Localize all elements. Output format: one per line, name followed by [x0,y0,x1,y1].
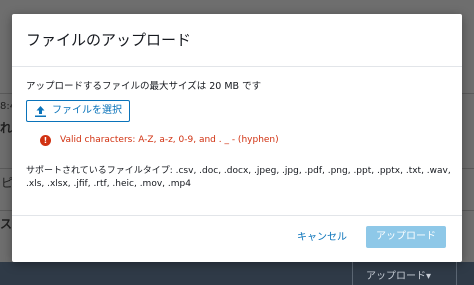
upload-file-dialog: ファイルのアップロード アップロードするファイルの最大サイズは 20 MB です… [12,14,462,262]
background-upload-button: アップロード▾ [366,271,432,282]
footer-divider [12,215,462,216]
select-file-label: ファイルを選択 [52,105,122,116]
supported-file-types: サポートされているファイルタイプ: .csv, .doc, .docx, .jp… [26,166,451,189]
error-message: Valid characters: A-Z, a-z, 0-9, and . _… [60,135,279,145]
filename-error: ! Valid characters: A-Z, a-z, 0-9, and .… [40,135,279,146]
background-toolbar: アップロード▾ [0,262,474,285]
max-size-notice: アップロードするファイルの最大サイズは 20 MB です [26,81,262,92]
select-file-button[interactable]: ファイルを選択 [26,100,130,122]
upload-icon [35,106,46,117]
error-icon: ! [40,135,51,146]
header-divider [12,66,462,67]
background-text: れ [0,121,13,135]
background-toolbar-divider [456,262,457,285]
cancel-button[interactable]: キャンセル [296,228,348,248]
background-text: ス [0,217,13,231]
upload-button[interactable]: アップロード [366,226,446,248]
dialog-title: ファイルのアップロード [26,31,192,49]
background-toolbar-divider [352,262,353,285]
